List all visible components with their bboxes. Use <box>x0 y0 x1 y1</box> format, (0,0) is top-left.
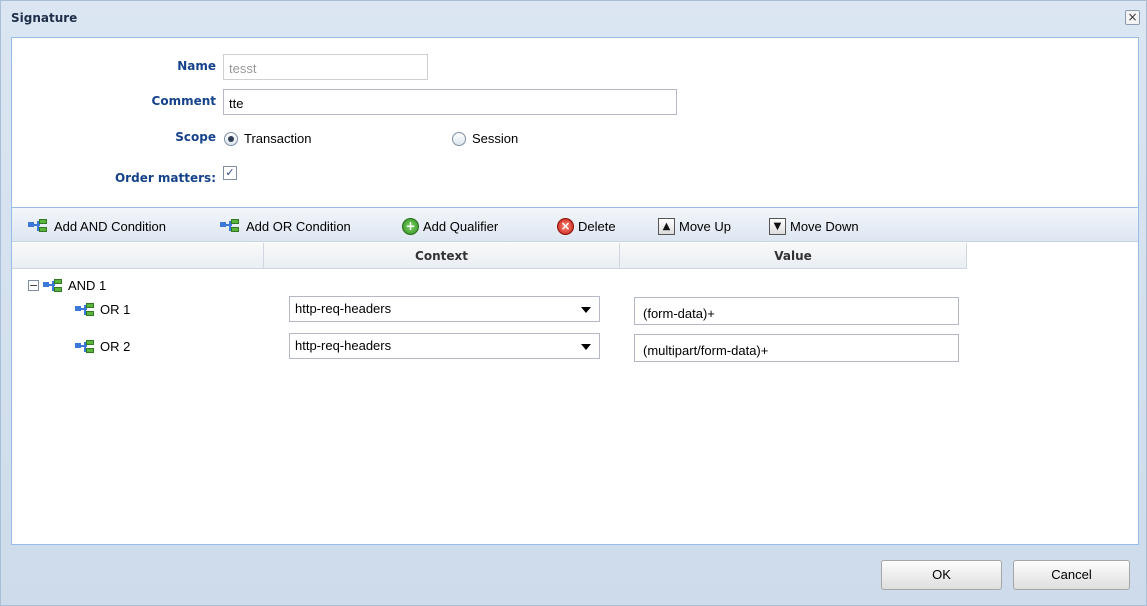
context-select-value: http-req-headers <box>295 301 392 316</box>
scope-transaction-label: Transaction <box>244 131 312 146</box>
dialog-title: Signature <box>11 11 78 25</box>
context-column-header[interactable]: Context <box>264 243 620 269</box>
context-select-value: http-req-headers <box>295 338 392 353</box>
tree-row-root[interactable]: − AND 1 <box>28 278 106 293</box>
tree-node-icon <box>75 302 97 317</box>
plus-circle-icon: + <box>402 217 419 235</box>
value-field[interactable]: (form-data)+ <box>634 297 959 325</box>
dropdown-arrow-icon[interactable] <box>581 344 591 350</box>
tree-row-label: OR 2 <box>100 339 131 354</box>
context-select[interactable]: http-req-headers <box>289 333 600 359</box>
cancel-button[interactable]: Cancel <box>1013 560 1130 590</box>
order-matters-checkbox[interactable]: ✓ <box>223 166 237 180</box>
add-qualifier-button[interactable]: + Add Qualifier <box>402 216 498 236</box>
collapse-icon[interactable]: − <box>28 280 39 291</box>
dialog-titlebar: Signature <box>1 1 1146 37</box>
scope-label: Scope <box>175 130 216 144</box>
tree-column-header <box>12 243 264 269</box>
tree-node-icon <box>75 339 97 354</box>
tree-row[interactable]: OR 2 <box>75 339 130 354</box>
move-up-button[interactable]: ▲ Move Up <box>658 216 731 236</box>
dropdown-arrow-icon[interactable] <box>581 307 591 313</box>
delete-label: Delete <box>578 218 616 234</box>
context-select[interactable]: http-req-headers <box>289 296 600 322</box>
move-down-label: Move Down <box>790 218 859 234</box>
add-and-condition-label: Add AND Condition <box>54 218 167 234</box>
delete-button[interactable]: × Delete <box>557 216 616 236</box>
arrow-up-icon: ▲ <box>658 217 675 235</box>
tree-node-icon <box>43 278 65 293</box>
comment-field[interactable]: tte <box>223 89 677 115</box>
tree-node-icon <box>220 219 242 233</box>
tree-root-label: AND 1 <box>68 278 107 293</box>
tree-row-label: OR 1 <box>100 302 131 317</box>
condition-toolbar: Add AND Condition Add OR Condition + Add… <box>12 207 1138 242</box>
signature-panel: Name tesst Comment tte Scope Transaction… <box>11 37 1139 545</box>
name-field[interactable]: tesst <box>223 54 428 80</box>
ok-button[interactable]: OK <box>881 560 1002 590</box>
grid-header: Context Value <box>12 243 967 269</box>
value-field[interactable]: (multipart/form-data)+ <box>634 334 959 362</box>
scope-session-label: Session <box>472 131 519 146</box>
tree-node-icon <box>28 219 50 233</box>
move-down-button[interactable]: ▼ Move Down <box>769 216 859 236</box>
value-column-header[interactable]: Value <box>620 243 967 269</box>
signature-dialog: Signature × Name tesst Comment tte Scope… <box>0 0 1147 606</box>
tree-row[interactable]: OR 1 <box>75 302 130 317</box>
add-qualifier-label: Add Qualifier <box>423 218 499 234</box>
add-or-condition-label: Add OR Condition <box>246 218 351 234</box>
order-matters-label: Order matters: <box>114 171 216 185</box>
move-up-label: Move Up <box>679 218 732 234</box>
add-and-condition-button[interactable]: Add AND Condition <box>28 216 166 236</box>
arrow-down-icon: ▼ <box>769 217 786 235</box>
scope-transaction-radio[interactable] <box>224 132 238 146</box>
scope-session-radio[interactable] <box>452 132 466 146</box>
add-or-condition-button[interactable]: Add OR Condition <box>220 216 351 236</box>
close-icon[interactable]: × <box>1125 10 1140 25</box>
name-label: Name <box>177 59 216 73</box>
delete-circle-icon: × <box>557 217 574 235</box>
comment-label: Comment <box>151 94 216 108</box>
